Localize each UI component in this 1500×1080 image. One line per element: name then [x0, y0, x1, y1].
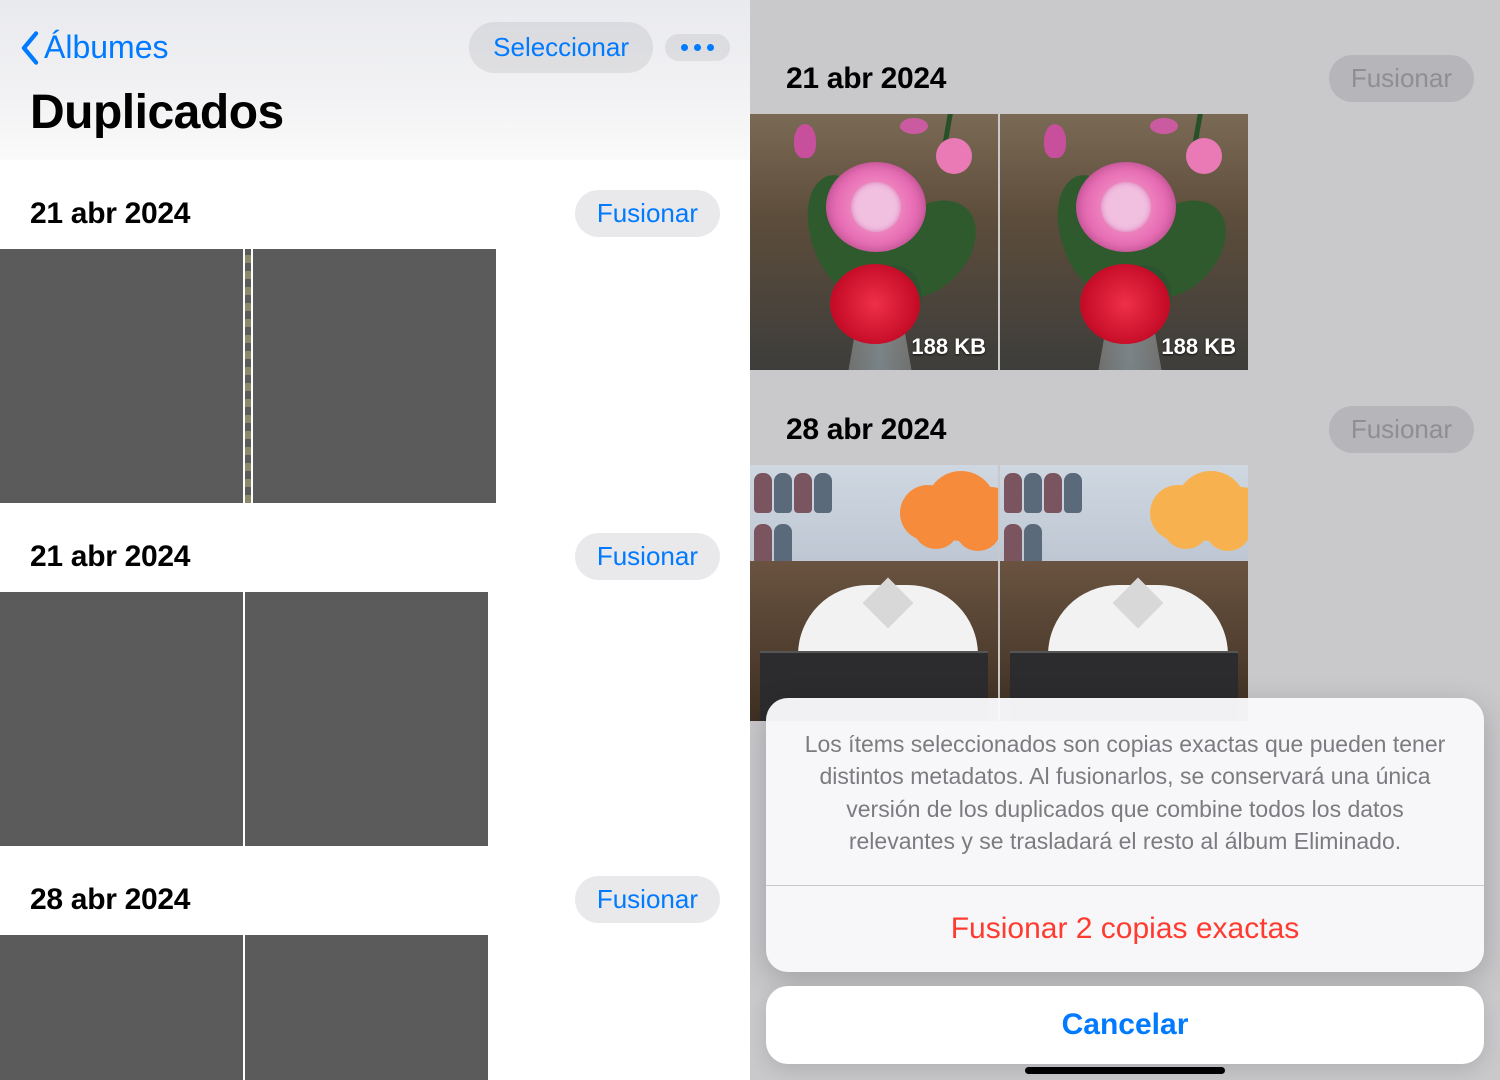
photo-thumbnail-edge	[245, 249, 251, 503]
cancel-button[interactable]: Cancelar	[766, 986, 1484, 1064]
action-sheet: Los ítems seleccionados son copias exact…	[766, 698, 1484, 1064]
back-button[interactable]: Álbumes	[20, 29, 169, 66]
redaction-sticker-icon	[1140, 465, 1248, 543]
right-screenshot: 21 abr 2024 Fusionar 188 KB	[750, 0, 1500, 1080]
photo-thumbnail[interactable]: 188 KB	[750, 114, 998, 370]
group-date: 21 abr 2024	[30, 540, 575, 574]
merge-button[interactable]: Fusionar	[575, 190, 720, 237]
merge-button-disabled: Fusionar	[1329, 406, 1474, 453]
more-icon	[681, 44, 714, 51]
photo-thumbnail[interactable]	[245, 935, 488, 1080]
photo-thumbnail[interactable]	[0, 935, 243, 1080]
header: Álbumes Seleccionar Duplicados	[0, 0, 750, 160]
group-date: 28 abr 2024	[30, 883, 575, 917]
group-date: 21 abr 2024	[786, 62, 1329, 96]
duplicate-group: 21 abr 2024 Fusionar	[0, 533, 750, 846]
more-button[interactable]	[665, 34, 730, 61]
file-size-badge: 188 KB	[1161, 334, 1236, 360]
duplicate-group: 21 abr 2024 Fusionar 188 KB	[750, 0, 1500, 370]
merge-button[interactable]: Fusionar	[575, 533, 720, 580]
action-sheet-message: Los ítems seleccionados son copias exact…	[766, 698, 1484, 885]
file-size-badge: 188 KB	[911, 334, 986, 360]
chevron-left-icon	[20, 31, 40, 65]
photo-thumbnail[interactable]	[253, 249, 496, 503]
page-title: Duplicados	[0, 75, 750, 140]
duplicate-group: 21 abr 2024 Fusionar	[0, 190, 750, 503]
redaction-sticker-icon	[890, 465, 998, 543]
photo-thumbnail[interactable]	[0, 592, 243, 846]
merge-button[interactable]: Fusionar	[575, 876, 720, 923]
photo-thumbnail[interactable]	[750, 465, 998, 721]
photo-thumbnail[interactable]	[0, 249, 243, 503]
group-date: 21 abr 2024	[30, 197, 575, 231]
select-label: Seleccionar	[493, 32, 629, 63]
photo-thumbnail[interactable]	[245, 592, 488, 846]
action-sheet-card: Los ítems seleccionados son copias exact…	[766, 698, 1484, 972]
merge-exact-copies-button[interactable]: Fusionar 2 copias exactas	[766, 886, 1484, 972]
photo-thumbnail[interactable]: 188 KB	[1000, 114, 1248, 370]
select-button[interactable]: Seleccionar	[469, 22, 653, 73]
left-screenshot: Álbumes Seleccionar Duplicados 21 abr 20…	[0, 0, 750, 1080]
merge-button-disabled: Fusionar	[1329, 55, 1474, 102]
home-indicator[interactable]	[1025, 1067, 1225, 1074]
content[interactable]: 21 abr 2024 Fusionar 21 abr 2024 Fusiona…	[0, 160, 750, 1080]
group-date: 28 abr 2024	[786, 413, 1329, 447]
photo-thumbnail[interactable]	[1000, 465, 1248, 721]
duplicate-group: 28 abr 2024 Fusionar	[750, 370, 1500, 721]
back-label: Álbumes	[44, 29, 169, 66]
duplicate-group: 28 abr 2024 Fusionar	[0, 876, 750, 1080]
